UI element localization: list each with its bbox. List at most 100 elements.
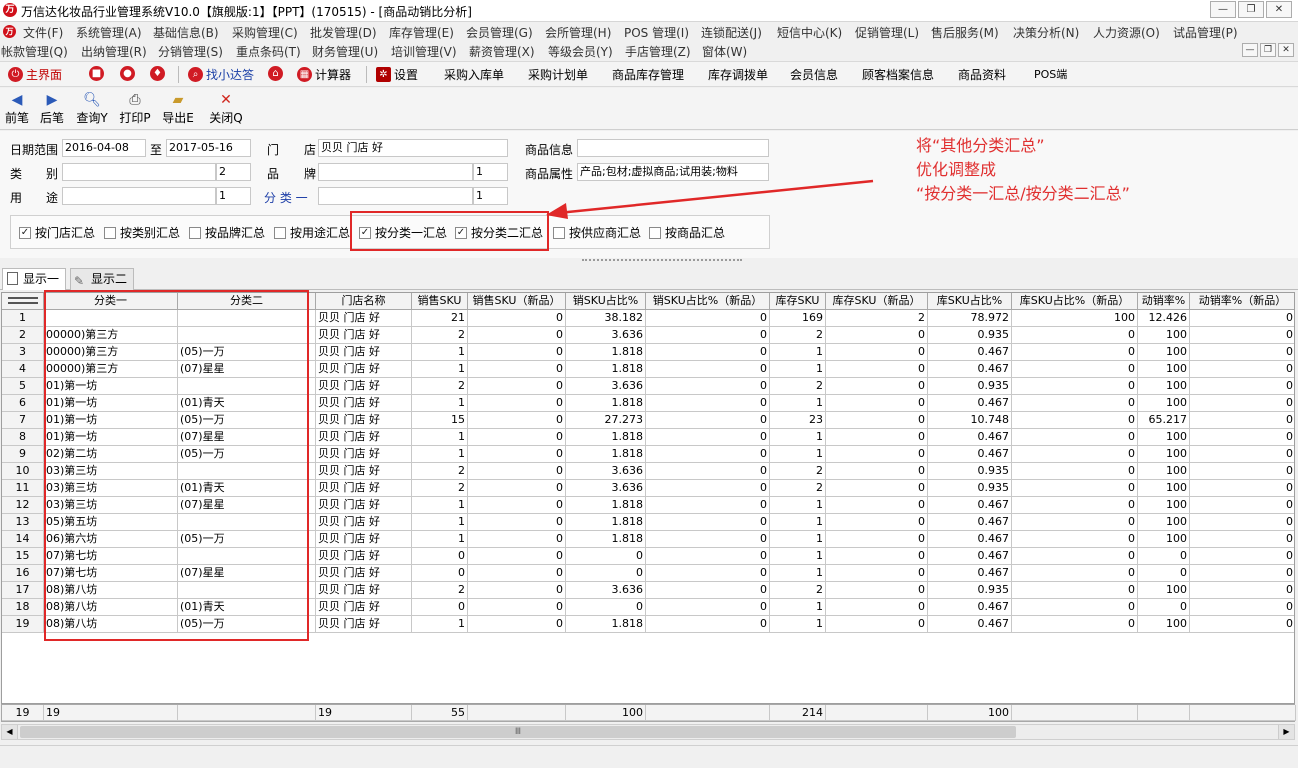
menu-item[interactable]: 促销管理(L) xyxy=(855,24,919,41)
find-assistant-button[interactable]: ⌕ 找小达答 xyxy=(188,66,254,83)
menu-item[interactable]: 培训管理(V) xyxy=(391,43,457,60)
menu-item[interactable]: 等级会员(Y) xyxy=(548,43,613,60)
settings-button[interactable]: ✲ 设置 xyxy=(376,66,418,83)
help-button[interactable]: ♦ xyxy=(150,66,168,81)
home-button[interactable]: ⌂ xyxy=(268,66,286,81)
menu-item[interactable]: 帐款管理(Q) xyxy=(1,43,68,60)
column-header[interactable]: 门店名称 xyxy=(316,293,412,310)
checkbox-box[interactable] xyxy=(189,226,201,239)
print-button[interactable]: ⎙ 打印P xyxy=(118,91,152,126)
category-field[interactable] xyxy=(62,163,216,181)
store-field[interactable]: 贝贝 门店 好 xyxy=(318,139,508,157)
shortcut-link[interactable]: 商品资料 xyxy=(958,66,1006,83)
splitter-handle[interactable] xyxy=(582,259,742,263)
menu-item[interactable]: 售后服务(M) xyxy=(931,24,999,41)
lock-button[interactable]: ■ xyxy=(89,66,107,81)
shortcut-link[interactable]: 采购计划单 xyxy=(528,66,588,83)
checkbox-box[interactable] xyxy=(274,226,286,239)
tab-view-two[interactable]: ✎ 显示二 xyxy=(70,268,134,290)
restore-button[interactable]: ❐ xyxy=(1238,1,1264,18)
scroll-left-arrow-icon[interactable]: ◀ xyxy=(2,725,18,739)
query-button[interactable]: 🔍︎ 查询Y xyxy=(75,91,109,126)
class-one-level-field[interactable]: 1 xyxy=(473,187,508,205)
shortcut-link[interactable]: 库存调拨单 xyxy=(708,66,768,83)
close-button[interactable]: ✕ xyxy=(1266,1,1292,18)
column-header[interactable]: 动销率% xyxy=(1138,293,1190,310)
calculator-button[interactable]: ▦ 计算器 xyxy=(297,66,351,83)
class-one-field[interactable] xyxy=(318,187,473,205)
checkbox-box[interactable]: ✓ xyxy=(19,226,31,239)
date-to-field[interactable]: 2017-05-16 xyxy=(166,139,251,157)
menu-item[interactable]: 手店管理(Z) xyxy=(625,43,691,60)
mdi-minimize-button[interactable]: — xyxy=(1242,43,1258,57)
close-window-button[interactable]: ✕ 关闭Q xyxy=(209,91,243,126)
menu-item[interactable]: POS 管理(I) xyxy=(624,24,689,41)
summary-checkbox[interactable]: 按品牌汇总 xyxy=(189,224,265,241)
summary-checkbox[interactable]: 按类别汇总 xyxy=(104,224,180,241)
usage-field[interactable] xyxy=(62,187,216,205)
menu-item[interactable]: 库存管理(E) xyxy=(389,24,454,41)
shortcut-link[interactable]: 会员信息 xyxy=(790,66,838,83)
menu-item[interactable]: 系统管理(A) xyxy=(76,24,142,41)
message-button[interactable]: ● xyxy=(120,66,138,81)
menu-item[interactable]: 会员管理(G) xyxy=(466,24,533,41)
menu-item[interactable]: 会所管理(H) xyxy=(545,24,611,41)
column-header[interactable]: 库SKU占比%（新品） xyxy=(1012,293,1138,310)
column-header[interactable]: 销SKU占比%（新品） xyxy=(646,293,770,310)
menu-item[interactable]: 人力资源(O) xyxy=(1093,24,1160,41)
brand-level-field[interactable]: 1 xyxy=(473,163,508,181)
menu-item[interactable]: 批发管理(D) xyxy=(310,24,377,41)
next-button[interactable]: ▶ 后笔 xyxy=(35,91,69,126)
menu-item[interactable]: 短信中心(K) xyxy=(777,24,842,41)
footer-cell xyxy=(826,705,928,721)
menu-item[interactable]: 财务管理(U) xyxy=(312,43,378,60)
menu-item[interactable]: 基础信息(B) xyxy=(153,24,219,41)
usage-level-field[interactable]: 1 xyxy=(216,187,251,205)
summary-checkbox[interactable]: 按商品汇总 xyxy=(649,224,725,241)
tab-view-one[interactable]: 显示一 xyxy=(2,268,66,290)
summary-checkbox[interactable]: 按用途汇总 xyxy=(274,224,350,241)
checkbox-box[interactable] xyxy=(553,226,565,239)
menu-item[interactable]: 试品管理(P) xyxy=(1173,24,1238,41)
mdi-restore-button[interactable]: ❐ xyxy=(1260,43,1276,57)
shortcut-link[interactable]: 采购入库单 xyxy=(444,66,504,83)
menu-item[interactable]: 出纳管理(R) xyxy=(81,43,147,60)
date-from-field[interactable]: 2016-04-08 xyxy=(62,139,146,157)
column-header[interactable]: 库存SKU（新品） xyxy=(826,293,928,310)
column-header[interactable]: 库存SKU xyxy=(770,293,826,310)
menu-item[interactable]: 连锁配送(J) xyxy=(701,24,762,41)
menu-item[interactable]: 决策分析(N) xyxy=(1013,24,1079,41)
mdi-close-button[interactable]: ✕ xyxy=(1278,43,1294,57)
shortcut-link[interactable]: POS端 xyxy=(1034,66,1067,82)
main-screen-button[interactable]: ⏻ 主界面 xyxy=(8,66,62,83)
shortcut-link[interactable]: 商品库存管理 xyxy=(612,66,684,83)
shortcut-link[interactable]: 顾客档案信息 xyxy=(862,66,934,83)
menu-item[interactable]: 窗体(W) xyxy=(702,43,747,60)
export-button[interactable]: ▰ 导出E xyxy=(161,91,195,126)
column-header[interactable]: 销SKU占比% xyxy=(566,293,646,310)
checkbox-box[interactable] xyxy=(104,226,116,239)
minimize-button[interactable]: — xyxy=(1210,1,1236,18)
row-indicator-header-icon[interactable] xyxy=(2,293,44,310)
summary-checkbox[interactable]: 按供应商汇总 xyxy=(553,224,641,241)
product-info-field[interactable] xyxy=(577,139,769,157)
menu-item[interactable]: 薪资管理(X) xyxy=(469,43,535,60)
previous-button[interactable]: ◀ 前笔 xyxy=(0,91,34,126)
column-header[interactable]: 销售SKU（新品） xyxy=(468,293,566,310)
system-menu-icon[interactable]: 万 xyxy=(3,25,16,38)
category-level-field[interactable]: 2 xyxy=(216,163,251,181)
menu-item[interactable]: 分销管理(S) xyxy=(158,43,223,60)
scroll-thumb[interactable]: Ⅲ xyxy=(20,726,1016,738)
summary-checkbox[interactable]: ✓ 按门店汇总 xyxy=(19,224,95,241)
scroll-right-arrow-icon[interactable]: ▶ xyxy=(1278,725,1294,739)
checkbox-box[interactable] xyxy=(649,226,661,239)
brand-field[interactable] xyxy=(318,163,473,181)
menu-item[interactable]: 重点条码(T) xyxy=(236,43,301,60)
horizontal-scrollbar[interactable]: ◀ Ⅲ ▶ xyxy=(1,724,1295,740)
menu-item[interactable]: 采购管理(C) xyxy=(232,24,298,41)
table-cell: 0 xyxy=(826,429,928,446)
menu-item[interactable]: 文件(F) xyxy=(23,24,63,41)
column-header[interactable]: 动销率%（新品） xyxy=(1190,293,1294,310)
column-header[interactable]: 库SKU占比% xyxy=(928,293,1012,310)
column-header[interactable]: 销售SKU xyxy=(412,293,468,310)
